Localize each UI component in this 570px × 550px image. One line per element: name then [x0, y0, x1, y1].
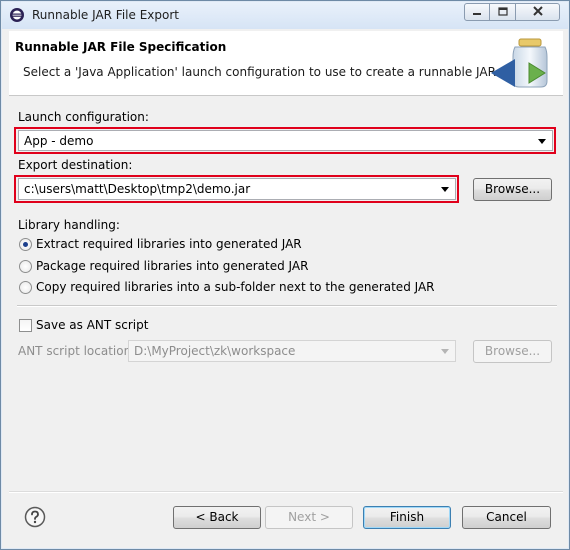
- ant-location-value: D:\MyProject\zk\workspace: [134, 344, 296, 358]
- close-button[interactable]: [516, 3, 560, 21]
- help-icon[interactable]: [24, 506, 46, 528]
- chevron-down-icon[interactable]: [538, 139, 546, 144]
- finish-button[interactable]: Finish: [363, 506, 451, 529]
- library-option-radio-extract[interactable]: [19, 238, 32, 251]
- export-destination-combo[interactable]: c:\users\matt\Desktop\tmp2\demo.jar: [18, 178, 456, 200]
- window-title: Runnable JAR File Export: [32, 8, 179, 22]
- title-bar[interactable]: Runnable JAR File Export: [2, 2, 568, 29]
- next-button: Next >: [265, 506, 353, 529]
- library-option-label-copy[interactable]: Copy required libraries into a sub-folde…: [36, 280, 435, 294]
- eclipse-icon: [9, 7, 25, 23]
- ant-location-label: ANT script location:: [18, 344, 136, 358]
- launch-config-label: Launch configuration:: [18, 110, 149, 124]
- page-description: Select a 'Java Application' launch confi…: [23, 65, 500, 79]
- cancel-button[interactable]: Cancel: [462, 506, 551, 529]
- ant-location-combo: D:\MyProject\zk\workspace: [128, 340, 456, 362]
- export-browse-button[interactable]: Browse...: [473, 178, 552, 201]
- page-title: Runnable JAR File Specification: [15, 40, 227, 54]
- library-option-radio-package[interactable]: [19, 260, 32, 273]
- launch-config-value: App - demo: [24, 134, 94, 148]
- launch-config-combo[interactable]: App - demo: [18, 130, 553, 151]
- minimize-button[interactable]: [464, 3, 490, 21]
- maximize-button[interactable]: [490, 3, 516, 21]
- dialog-window: Runnable JAR File Export Runnable JAR Fi…: [0, 0, 570, 550]
- export-destination-value: c:\users\matt\Desktop\tmp2\demo.jar: [24, 182, 251, 196]
- chevron-down-icon[interactable]: [441, 187, 449, 192]
- library-option-label-package[interactable]: Package required libraries into generate…: [36, 259, 308, 273]
- chevron-down-icon: [441, 349, 449, 354]
- save-ant-script-checkbox[interactable]: [19, 319, 32, 332]
- footer-divider: [9, 491, 563, 493]
- wizard-header: Runnable JAR File Specification Select a…: [9, 31, 563, 96]
- maximize-icon: [497, 5, 508, 19]
- minimize-icon: [472, 5, 482, 19]
- library-option-label-extract[interactable]: Extract required libraries into generate…: [36, 237, 302, 251]
- save-ant-script-label[interactable]: Save as ANT script: [36, 318, 148, 332]
- library-handling-label: Library handling:: [18, 218, 120, 232]
- back-button[interactable]: < Back: [173, 506, 261, 529]
- close-icon: [532, 5, 543, 19]
- library-option-radio-copy[interactable]: [19, 281, 32, 294]
- section-divider: [17, 305, 557, 307]
- jar-wizard-icon: [489, 37, 553, 91]
- ant-browse-button: Browse...: [473, 340, 552, 363]
- export-destination-label: Export destination:: [18, 158, 133, 172]
